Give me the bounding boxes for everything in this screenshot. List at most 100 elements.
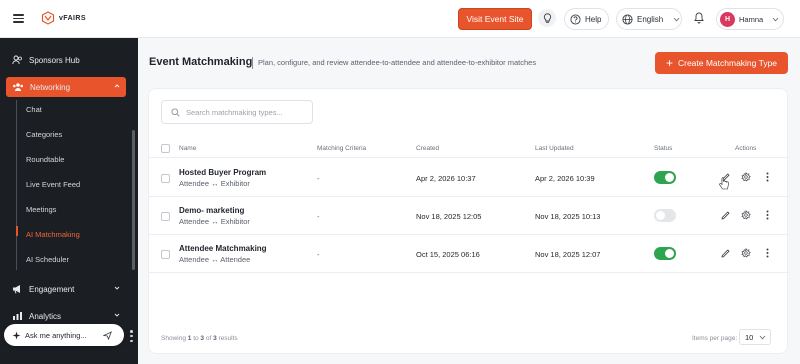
logo-text: vFAIRS <box>59 14 86 22</box>
globe-icon <box>622 13 633 25</box>
visit-event-site-button[interactable]: Visit Event Site <box>458 8 532 30</box>
row-type: Attendee ↔ Exhibitor <box>179 217 250 226</box>
more-vertical-icon[interactable] <box>761 209 773 221</box>
sidebar-item-label: Networking <box>30 82 71 92</box>
users-icon <box>12 55 22 65</box>
sidebar-sub-categories[interactable]: Categories <box>26 130 62 139</box>
help-circle-icon <box>570 13 581 25</box>
vfairs-logo-icon <box>41 11 55 25</box>
sidebar-scrollbar[interactable] <box>132 130 135 270</box>
sidebar-sub-meetings[interactable]: Meetings <box>26 205 56 214</box>
edit-pencil-icon[interactable] <box>719 247 731 259</box>
row-type: Attendee ↔ Attendee <box>179 255 251 264</box>
status-toggle[interactable] <box>654 209 676 222</box>
chevron-up-icon <box>114 84 120 88</box>
select-all-checkbox[interactable] <box>161 144 170 153</box>
sidebar-item-engagement[interactable]: Engagement <box>6 279 126 299</box>
items-per-page-select[interactable]: 10 <box>739 329 771 345</box>
sidebar-item-sponsors-hub[interactable]: Sponsors Hub <box>6 50 126 70</box>
title-divider <box>252 57 253 69</box>
chevron-down-icon <box>114 313 120 317</box>
row-criteria: - <box>317 174 320 183</box>
user-name: Hamna <box>739 14 764 24</box>
page-title: Event Matchmaking <box>149 56 253 68</box>
chart-icon <box>13 312 22 320</box>
ai-assistant-input[interactable]: Ask me anything... <box>4 324 124 346</box>
sidebar-sub-roundtable[interactable]: Roundtable <box>26 155 64 164</box>
bell-icon[interactable] <box>692 10 706 26</box>
items-per-page-value: 10 <box>745 332 754 342</box>
chevron-down-icon <box>114 286 120 290</box>
row-checkbox[interactable] <box>161 174 170 183</box>
sidebar-item-label: Engagement <box>29 284 75 294</box>
drag-handle-icon[interactable] <box>130 330 133 342</box>
table-row[interactable]: Hosted Buyer Program Attendee ↔ Exhibito… <box>149 159 789 197</box>
row-name: Demo- marketing <box>179 206 245 215</box>
help-label: Help <box>585 14 602 24</box>
hand-cursor-icon <box>719 177 729 190</box>
row-updated: Apr 2, 2026 10:39 <box>535 174 595 183</box>
row-criteria: - <box>317 212 320 221</box>
row-created: Oct 15, 2025 06:16 <box>416 250 480 259</box>
sidebar-sub-ai-scheduler[interactable]: AI Scheduler <box>26 255 69 264</box>
table-row[interactable]: Demo- marketing Attendee ↔ Exhibitor - N… <box>149 197 789 235</box>
edit-pencil-icon[interactable] <box>719 209 731 221</box>
sidebar-item-analytics[interactable]: Analytics <box>6 306 126 326</box>
create-label: Create Matchmaking Type <box>677 58 778 68</box>
page-subtitle: Plan, configure, and review attendee-to-… <box>258 58 537 67</box>
row-checkbox[interactable] <box>161 212 170 221</box>
search-placeholder: Search matchmaking types... <box>186 107 283 117</box>
row-updated: Nov 18, 2025 12:07 <box>535 250 601 259</box>
row-name: Attendee Matchmaking <box>179 244 267 253</box>
help-button[interactable]: Help <box>564 8 609 30</box>
sidebar-sub-chat[interactable]: Chat <box>26 105 42 114</box>
header-name: Name <box>179 145 197 152</box>
more-vertical-icon[interactable] <box>761 171 773 183</box>
ai-assistant-placeholder: Ask me anything... <box>25 330 87 340</box>
send-icon[interactable] <box>102 330 112 340</box>
create-matchmaking-type-button[interactable]: + Create Matchmaking Type <box>655 52 788 74</box>
status-toggle[interactable] <box>654 247 676 260</box>
sidebar-sub-live-event-feed[interactable]: Live Event Feed <box>26 180 80 189</box>
main-content: Event Matchmaking Plan, configure, and r… <box>138 38 800 364</box>
user-menu[interactable]: H Hamna <box>716 8 784 30</box>
sidebar: Sponsors Hub Networking Chat Categories … <box>0 38 138 364</box>
lightbulb-icon[interactable] <box>538 9 556 27</box>
language-selector[interactable]: English <box>616 8 682 30</box>
plus-icon: + <box>665 56 673 70</box>
sub-nav-active-marker <box>16 226 18 236</box>
settings-gear-icon[interactable] <box>740 209 752 221</box>
row-type: Attendee ↔ Exhibitor <box>179 179 250 188</box>
megaphone-icon <box>13 285 20 294</box>
row-name: Hosted Buyer Program <box>179 168 267 177</box>
language-label: English <box>637 14 664 24</box>
network-users-icon <box>13 83 23 91</box>
chevron-down-icon <box>772 17 779 21</box>
row-created: Nov 18, 2025 12:05 <box>416 212 482 221</box>
header-actions: Actions <box>735 145 757 152</box>
avatar: H <box>720 11 735 27</box>
sub-nav-line <box>16 100 17 270</box>
row-created: Apr 2, 2026 10:37 <box>416 174 476 183</box>
table-row[interactable]: Attendee Matchmaking Attendee ↔ Attendee… <box>149 235 789 273</box>
header-criteria: Matching Criteria <box>317 145 367 152</box>
settings-gear-icon[interactable] <box>740 171 752 183</box>
hamburger-menu-icon[interactable] <box>13 14 24 23</box>
settings-gear-icon[interactable] <box>740 247 752 259</box>
sparkle-icon <box>12 331 21 339</box>
pagination-summary: Showing 1 to 3 of 3 results <box>161 335 238 342</box>
sidebar-sub-ai-matchmaking[interactable]: AI Matchmaking <box>26 230 80 239</box>
more-vertical-icon[interactable] <box>761 247 773 259</box>
items-per-page-label: Items per page: <box>692 335 738 342</box>
status-toggle[interactable] <box>654 171 676 184</box>
logo[interactable]: vFAIRS <box>41 10 86 26</box>
sidebar-item-label: Analytics <box>29 311 62 321</box>
row-updated: Nov 18, 2025 10:13 <box>535 212 601 221</box>
matchmaking-table-card: Search matchmaking types... Name Matchin… <box>148 88 789 354</box>
top-bar: vFAIRS Visit Event Site Help English H H… <box>0 0 800 38</box>
search-input[interactable]: Search matchmaking types... <box>161 100 313 124</box>
chevron-down-icon <box>673 17 680 21</box>
sidebar-item-networking[interactable]: Networking <box>6 77 126 97</box>
row-checkbox[interactable] <box>161 250 170 259</box>
search-icon <box>171 107 180 117</box>
